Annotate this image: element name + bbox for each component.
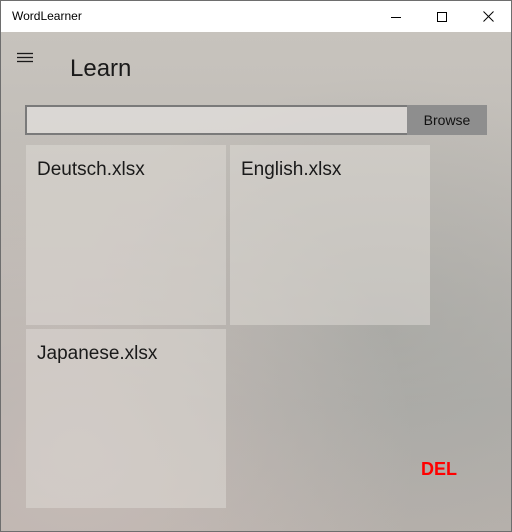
delete-button[interactable]: DEL [421, 459, 457, 480]
maximize-button[interactable] [419, 1, 465, 32]
file-tile-label: Japanese.xlsx [37, 343, 158, 364]
maximize-icon [437, 11, 447, 22]
hamburger-menu-icon [17, 52, 33, 63]
close-icon [482, 11, 494, 22]
main-content: Learn Browse Deutsch.xlsx English.xlsx J… [1, 32, 511, 531]
browse-button[interactable]: Browse [407, 105, 487, 135]
hamburger-menu-button[interactable] [15, 49, 35, 65]
file-tile-english[interactable]: English.xlsx [230, 145, 430, 325]
file-tile-japanese[interactable]: Japanese.xlsx [26, 329, 226, 508]
file-path-input[interactable] [25, 105, 419, 135]
minimize-icon [391, 16, 401, 18]
close-button[interactable] [465, 1, 511, 32]
file-tile-label: English.xlsx [241, 159, 342, 180]
title-bar[interactable]: WordLearner [1, 1, 511, 32]
minimize-button[interactable] [373, 1, 419, 32]
file-tile-label: Deutsch.xlsx [37, 159, 145, 180]
app-window: WordLearner Learn Browse Deutsch.xlsx En… [0, 0, 512, 532]
app-title: WordLearner [12, 9, 82, 23]
page-title: Learn [70, 55, 132, 82]
file-tile-deutsch[interactable]: Deutsch.xlsx [26, 145, 226, 325]
